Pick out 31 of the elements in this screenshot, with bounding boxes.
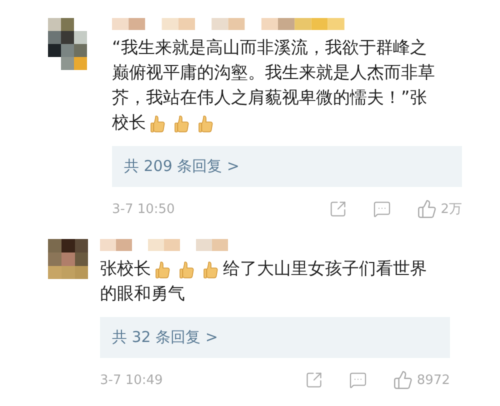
comment-text: 芥，我站在伟人之肩藐视卑微的懦夫！”张: [112, 87, 427, 110]
comment-time: 3-7 10:50: [112, 202, 176, 216]
comment-icon: [372, 200, 391, 218]
replies-link[interactable]: 共 32 条回复 >: [100, 317, 450, 358]
thumbs-up-icon: [174, 114, 190, 132]
like-count: 8972: [416, 372, 450, 388]
thumbs-up-icon: [416, 199, 437, 219]
share-button[interactable]: [304, 371, 323, 389]
like-count: 2万: [440, 201, 462, 218]
comment-text: 的眼和勇气: [100, 283, 185, 306]
comment-text: 校长: [112, 112, 146, 135]
thumbs-up-icon: [392, 370, 413, 390]
thumbs-up-icon: [150, 114, 166, 132]
comment-text: “我生来就是高山而非溪流，我欲于群峰之: [112, 37, 427, 60]
comment-button[interactable]: [372, 200, 391, 218]
comment-text: 巅俯视平庸的沟壑。我生来就是人杰而非草: [112, 62, 435, 85]
replies-link[interactable]: 共 209 条回复 >: [112, 146, 462, 187]
like-button[interactable]: 2万: [416, 199, 462, 219]
comment-time: 3-7 10:49: [100, 372, 164, 388]
comment-text: 张校长: [100, 258, 151, 281]
comment-text: 给了大山里女孩子们看世界: [223, 258, 427, 281]
thumbs-up-icon: [203, 260, 219, 278]
share-button[interactable]: [328, 200, 347, 218]
thumbs-up-icon: [179, 260, 195, 278]
like-button[interactable]: 8972: [392, 370, 450, 390]
share-icon: [304, 371, 323, 389]
share-icon: [328, 200, 347, 218]
comment-button[interactable]: [348, 371, 367, 389]
thumbs-up-icon: [198, 114, 214, 132]
thumbs-up-icon: [155, 260, 171, 278]
comment-icon: [348, 371, 367, 389]
